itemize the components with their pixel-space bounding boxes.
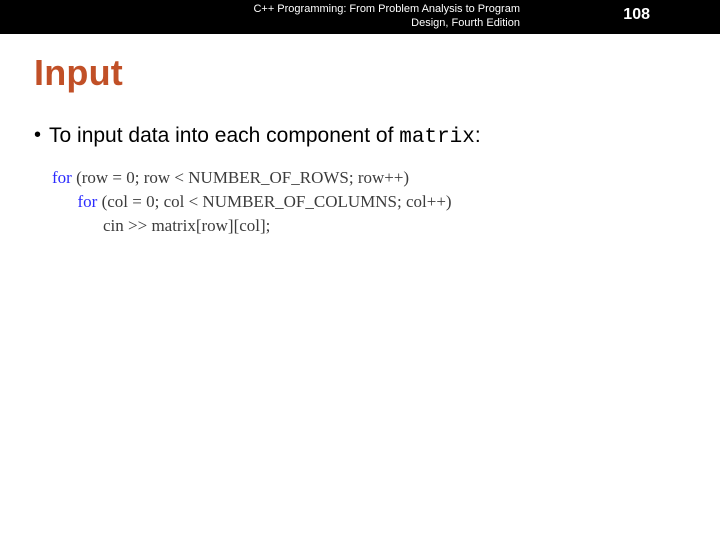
code-line2-rest: (col = 0; col < NUMBER_OF_COLUMNS; col++… <box>97 192 451 211</box>
code-indent2 <box>52 192 78 211</box>
header-book-title: C++ Programming: From Problem Analysis t… <box>0 2 520 30</box>
slide-title: Input <box>34 52 123 94</box>
bullet-dot-icon: • <box>34 125 41 145</box>
code-block: for (row = 0; row < NUMBER_OF_ROWS; row+… <box>52 166 452 238</box>
slide: C++ Programming: From Problem Analysis t… <box>0 0 720 540</box>
header-bar: C++ Programming: From Problem Analysis t… <box>0 0 720 34</box>
header-line2: Design, Fourth Edition <box>411 17 520 29</box>
keyword-for-1: for <box>52 168 72 187</box>
header-line1: C++ Programming: From Problem Analysis t… <box>253 3 520 15</box>
code-line1-rest: (row = 0; row < NUMBER_OF_ROWS; row++) <box>72 168 409 187</box>
bullet-prefix: To input data into each component of <box>49 124 399 147</box>
bullet-code-word: matrix <box>399 126 475 149</box>
bullet-text-wrap: To input data into each component of mat… <box>49 124 481 149</box>
code-indent3 <box>52 216 103 235</box>
keyword-for-2: for <box>78 192 98 211</box>
code-line3: cin >> matrix[row][col]; <box>103 216 270 235</box>
page-number: 108 <box>623 6 650 24</box>
bullet-item: • To input data into each component of m… <box>34 124 481 149</box>
bullet-suffix: : <box>475 124 481 147</box>
